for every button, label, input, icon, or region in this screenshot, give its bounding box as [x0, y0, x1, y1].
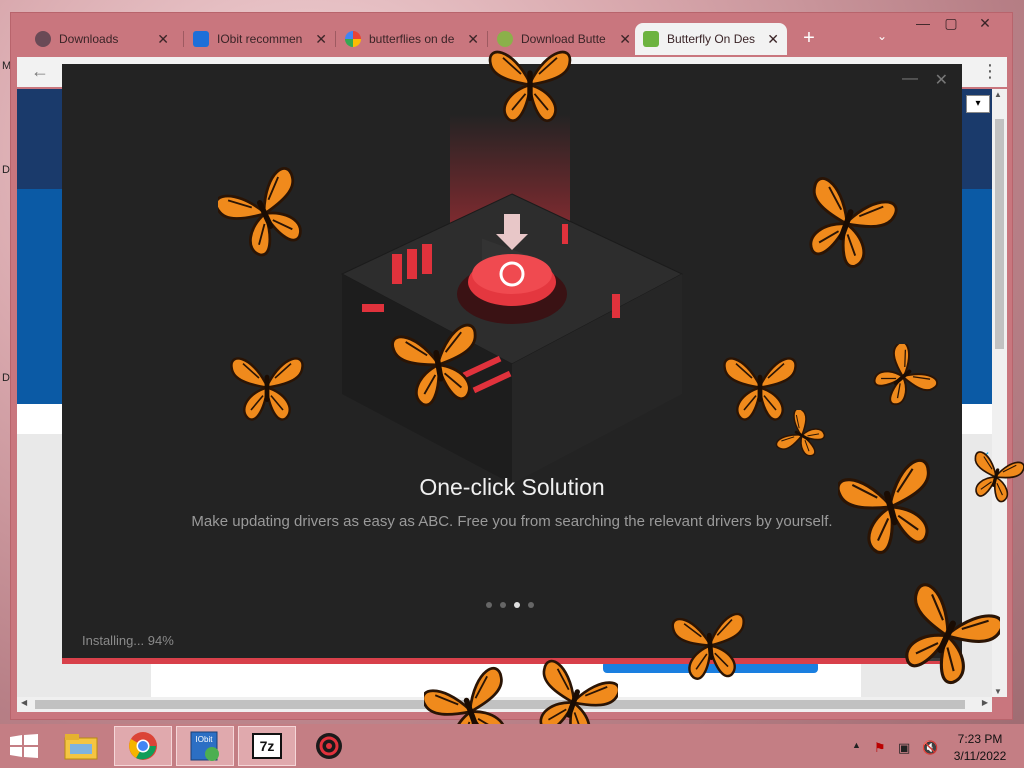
person-icon	[35, 31, 51, 47]
tab-search-chevron-icon[interactable]: ⌄	[877, 29, 887, 43]
iobit-icon	[193, 31, 209, 47]
carousel-dot[interactable]	[500, 602, 506, 608]
scroll-left-icon[interactable]: ◀	[21, 698, 27, 707]
back-button[interactable]: ←	[31, 61, 49, 82]
taskbar-chrome[interactable]	[114, 726, 172, 766]
language-select[interactable]: ▾	[966, 95, 990, 113]
butterfly-icon	[488, 50, 572, 123]
installer-close-button[interactable]: ✕	[935, 70, 948, 90]
close-tab-icon[interactable]: ✕	[315, 31, 327, 47]
tray-overflow-icon[interactable]: ▲	[852, 740, 861, 750]
carousel-dot-active[interactable]	[514, 602, 520, 608]
browser-menu-button[interactable]: ⋮	[981, 61, 999, 82]
tab-iobit-recommend[interactable]: IObit recommen ✕	[185, 23, 335, 55]
butterfly-icon	[794, 174, 900, 270]
iobit-installer-icon: IObit	[190, 731, 219, 761]
tab-label: Butterfly On Des	[667, 32, 756, 46]
taskbar-driver-booster[interactable]	[300, 726, 358, 766]
tab-separator	[183, 31, 184, 47]
butterfly-icon	[774, 410, 832, 460]
butterfly-icon	[896, 582, 1000, 686]
butterfly-icon	[866, 344, 941, 408]
slide-headline: One-click Solution	[419, 474, 605, 500]
tab-butterfly-on-desktop[interactable]: Butterfly On Des ✕	[635, 23, 787, 55]
scroll-right-icon[interactable]: ▶	[982, 698, 988, 707]
desktop-icon-label[interactable]: D	[2, 372, 10, 384]
scroll-down-icon[interactable]: ▼	[994, 687, 1002, 696]
butterfly-icon	[838, 456, 942, 561]
desktop-icon-label[interactable]: D	[2, 164, 10, 176]
installer-minimize-button[interactable]: —	[902, 70, 918, 88]
tab-label: IObit recommen	[217, 32, 303, 46]
slide-description: Make updating drivers as easy as ABC. Fr…	[191, 513, 833, 530]
volume-muted-icon[interactable]: 🔇	[922, 740, 938, 756]
download-arrow-icon	[643, 31, 659, 47]
butterfly-icon	[230, 357, 304, 421]
new-tab-button[interactable]: +	[797, 27, 821, 50]
install-progress-label: Installing... 94%	[82, 633, 174, 648]
clock-date[interactable]: 3/11/2022	[940, 749, 1020, 763]
tab-label: butterflies on de	[369, 32, 455, 46]
scroll-thumb[interactable]	[995, 119, 1004, 349]
scroll-up-icon[interactable]: ▲	[994, 90, 1002, 99]
tab-separator	[335, 31, 336, 47]
carousel-dot[interactable]	[528, 602, 534, 608]
butterfly-icon	[218, 164, 310, 264]
tab-downloads[interactable]: Downloads ✕	[27, 23, 177, 55]
close-window-button[interactable]: ✕	[971, 13, 999, 35]
tab-google-search[interactable]: butterflies on de ✕	[337, 23, 487, 55]
file-explorer-icon	[64, 734, 98, 760]
butterfly-icon	[968, 450, 1024, 506]
action-center-flag-icon[interactable]: ⚑	[874, 740, 886, 756]
butterfly-icon	[389, 322, 488, 410]
7zip-icon: 7z	[252, 733, 282, 759]
chrome-icon	[129, 732, 157, 760]
butterfly-icon	[671, 612, 750, 682]
minimize-button[interactable]: —	[909, 13, 937, 35]
driver-booster-icon	[316, 733, 342, 759]
maximize-button[interactable]: ▢	[937, 13, 965, 35]
carousel-dots	[486, 602, 534, 608]
close-tab-icon[interactable]: ✕	[619, 31, 631, 47]
windows-start-icon[interactable]	[10, 734, 38, 758]
google-icon	[345, 31, 361, 47]
close-tab-icon[interactable]: ✕	[767, 31, 779, 47]
clock-time[interactable]: 7:23 PM	[940, 732, 1020, 746]
network-icon[interactable]: ▣	[898, 740, 910, 756]
taskbar-iobit-installer[interactable]: IObit	[176, 726, 234, 766]
installer-dialog: — ✕ One-click Solution Make updating dri…	[62, 64, 962, 664]
taskbar-7zip[interactable]: 7z	[238, 726, 296, 766]
taskbar: IObit 7z ▲ ⚑ ▣ 🔇 7:23 PM 3/11/2022	[0, 724, 1024, 768]
svg-text:IObit: IObit	[196, 735, 214, 744]
tab-label: Downloads	[59, 32, 119, 46]
taskbar-file-explorer[interactable]	[52, 726, 110, 766]
carousel-dot[interactable]	[486, 602, 492, 608]
close-tab-icon[interactable]: ✕	[157, 31, 169, 47]
